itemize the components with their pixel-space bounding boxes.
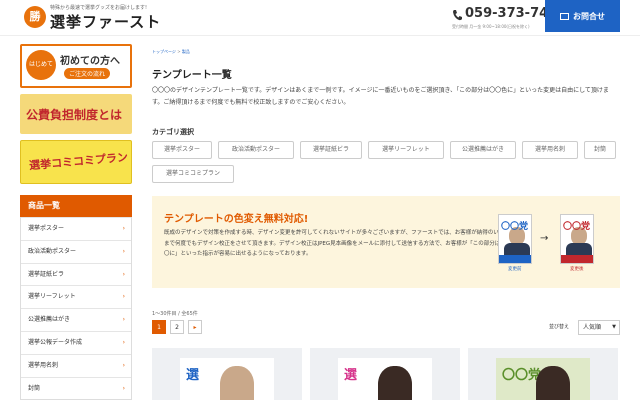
sidebar-item-label: 政治活動ポスター <box>28 247 77 255</box>
sidebar-item-label: 選挙公報データ作成 <box>28 338 83 346</box>
product-menu: 選挙ポスター › 政治活動ポスター › 選挙証紙ビラ › 選挙リーフレット › 公選推薦… <box>20 217 132 400</box>
template-thumbnail: 〇〇党 <box>496 358 590 400</box>
template-card[interactable]: 選 <box>310 348 460 400</box>
page-title: テンプレート一覧 <box>152 70 232 81</box>
sidebar-item-postcard[interactable]: 公選推薦はがき › <box>21 308 131 331</box>
sort-value: 人気順 <box>583 324 602 331</box>
chevron-right-icon: › <box>122 361 125 369</box>
category-tag[interactable]: 封筒 <box>584 141 616 159</box>
first-time-banner[interactable]: はじめて 初めての方へ ご注文の流れ <box>20 44 132 88</box>
category-tag[interactable]: 選挙用名刺 <box>522 141 578 159</box>
mail-icon <box>560 12 569 20</box>
chevron-right-icon: › <box>122 316 125 324</box>
sidebar-item-label: 公選推薦はがき <box>28 316 71 324</box>
category-tag[interactable]: 選挙リーフレット <box>368 141 444 159</box>
after-caption: 変更後 <box>570 267 584 272</box>
category-tag[interactable]: 選挙ポスター <box>152 141 212 159</box>
template-card[interactable]: 〇〇党 <box>468 348 618 400</box>
chevron-right-icon: › <box>122 225 125 232</box>
promo-text: 既成のデザインで対策を作成する時、デザイン変更を許可してくれないサイトが多々ござ… <box>164 230 506 257</box>
sort-label: 並び替え <box>549 324 570 330</box>
page-2-button[interactable]: 2 <box>170 320 184 334</box>
breadcrumb-home[interactable]: トップページ <box>152 49 176 54</box>
chevron-right-icon: › <box>122 270 125 278</box>
sidebar-item-leaflet[interactable]: 選挙リーフレット › <box>21 285 131 308</box>
first-time-badge: はじめて <box>26 50 56 80</box>
chevron-right-icon: › <box>122 247 125 255</box>
chevron-right-icon: › <box>122 384 125 392</box>
sidebar-item-label: 封筒 <box>28 384 41 392</box>
template-thumbnail: 選 <box>180 358 274 400</box>
site-header: 勝 特殊から最速で選挙グッズをお届けします! 選挙ファースト 059-373-7… <box>0 0 640 36</box>
promo-title: テンプレートの色変え無料対応! <box>164 214 309 225</box>
campaign-plan-label: 選挙コミコミプラン <box>28 150 129 173</box>
product-list-heading: 商品一覧 <box>20 195 132 217</box>
sidebar-item-envelope[interactable]: 封筒 › <box>21 376 131 400</box>
category-tag[interactable]: 選挙コミコミプラン <box>152 165 234 183</box>
campaign-plan-banner[interactable]: 選挙コミコミプラン <box>20 140 132 184</box>
first-time-title: 初めての方へ <box>60 56 120 67</box>
chevron-right-icon: › <box>122 338 125 346</box>
category-tag[interactable]: 政治活動ポスター <box>218 141 294 159</box>
sidebar-item-business-card[interactable]: 選挙用名刺 › <box>21 353 131 377</box>
arrow-right-icon: → <box>540 233 549 244</box>
intro-text: 〇〇〇のデザインテンプレート一覧です。デザインはあくまで一例です。イメージに一番… <box>152 87 609 106</box>
sidebar-item-label: 選挙リーフレット <box>28 293 76 301</box>
chevron-down-icon: ▼ <box>612 324 616 330</box>
color-change-promo: テンプレートの色変え無料対応! 既成のデザインで対策を作成する時、デザイン変更を… <box>152 196 620 288</box>
sidebar-item-label: 選挙用名刺 <box>28 361 59 369</box>
chevron-right-icon: › <box>122 293 125 301</box>
breadcrumb: トップページ > 製品 <box>152 49 190 55</box>
category-tag[interactable]: 選挙証紙ビラ <box>300 141 362 159</box>
sidebar-item-label: 選挙ポスター <box>28 225 65 232</box>
sidebar-item-poster[interactable]: 選挙ポスター › <box>21 217 131 240</box>
template-card[interactable]: 選 <box>152 348 302 400</box>
order-flow-label: ご注文の流れ <box>64 68 111 79</box>
public-funding-banner[interactable]: 公費負担制度とは <box>20 94 132 134</box>
logo-tagline: 特殊から最速で選挙グッズをお届けします! <box>50 5 148 11</box>
sidebar-item-flyer[interactable]: 選挙証紙ビラ › <box>21 262 131 286</box>
breadcrumb-current[interactable]: 製品 <box>182 49 190 54</box>
contact-button[interactable]: お問合せ <box>545 0 620 32</box>
phone-icon <box>453 10 462 21</box>
before-caption: 変更前 <box>508 267 522 272</box>
result-count: 1〜30件目 / 全65件 <box>152 311 198 317</box>
category-tag[interactable]: 公選推薦はがき <box>450 141 516 159</box>
sidebar-item-bulletin-data[interactable]: 選挙公報データ作成 › <box>21 330 131 354</box>
page-1-button[interactable]: 1 <box>152 320 166 334</box>
breadcrumb-separator: > <box>177 49 181 54</box>
public-funding-label: 公費負担制度とは <box>26 108 123 122</box>
site-logo-name[interactable]: 選挙ファースト <box>50 11 161 32</box>
next-page-icon[interactable]: ▸ <box>188 320 202 334</box>
template-thumbnail: 選 <box>338 358 432 400</box>
sidebar-item-political-poster[interactable]: 政治活動ポスター › <box>21 239 131 263</box>
logo-icon[interactable]: 勝 <box>24 6 46 28</box>
contact-button-label: お問合せ <box>573 11 605 21</box>
sort-select[interactable]: 人気順 ▼ <box>578 320 620 335</box>
sidebar-item-label: 選挙証紙ビラ <box>28 270 65 278</box>
poster-after-image: 〇〇党 <box>560 214 594 264</box>
poster-before-image: 〇〇党 <box>498 214 532 264</box>
category-heading: カテゴリ選択 <box>152 128 194 136</box>
business-hours: 受付時間 月〜金 9:00~18:00(日祝を除く) <box>452 24 530 29</box>
